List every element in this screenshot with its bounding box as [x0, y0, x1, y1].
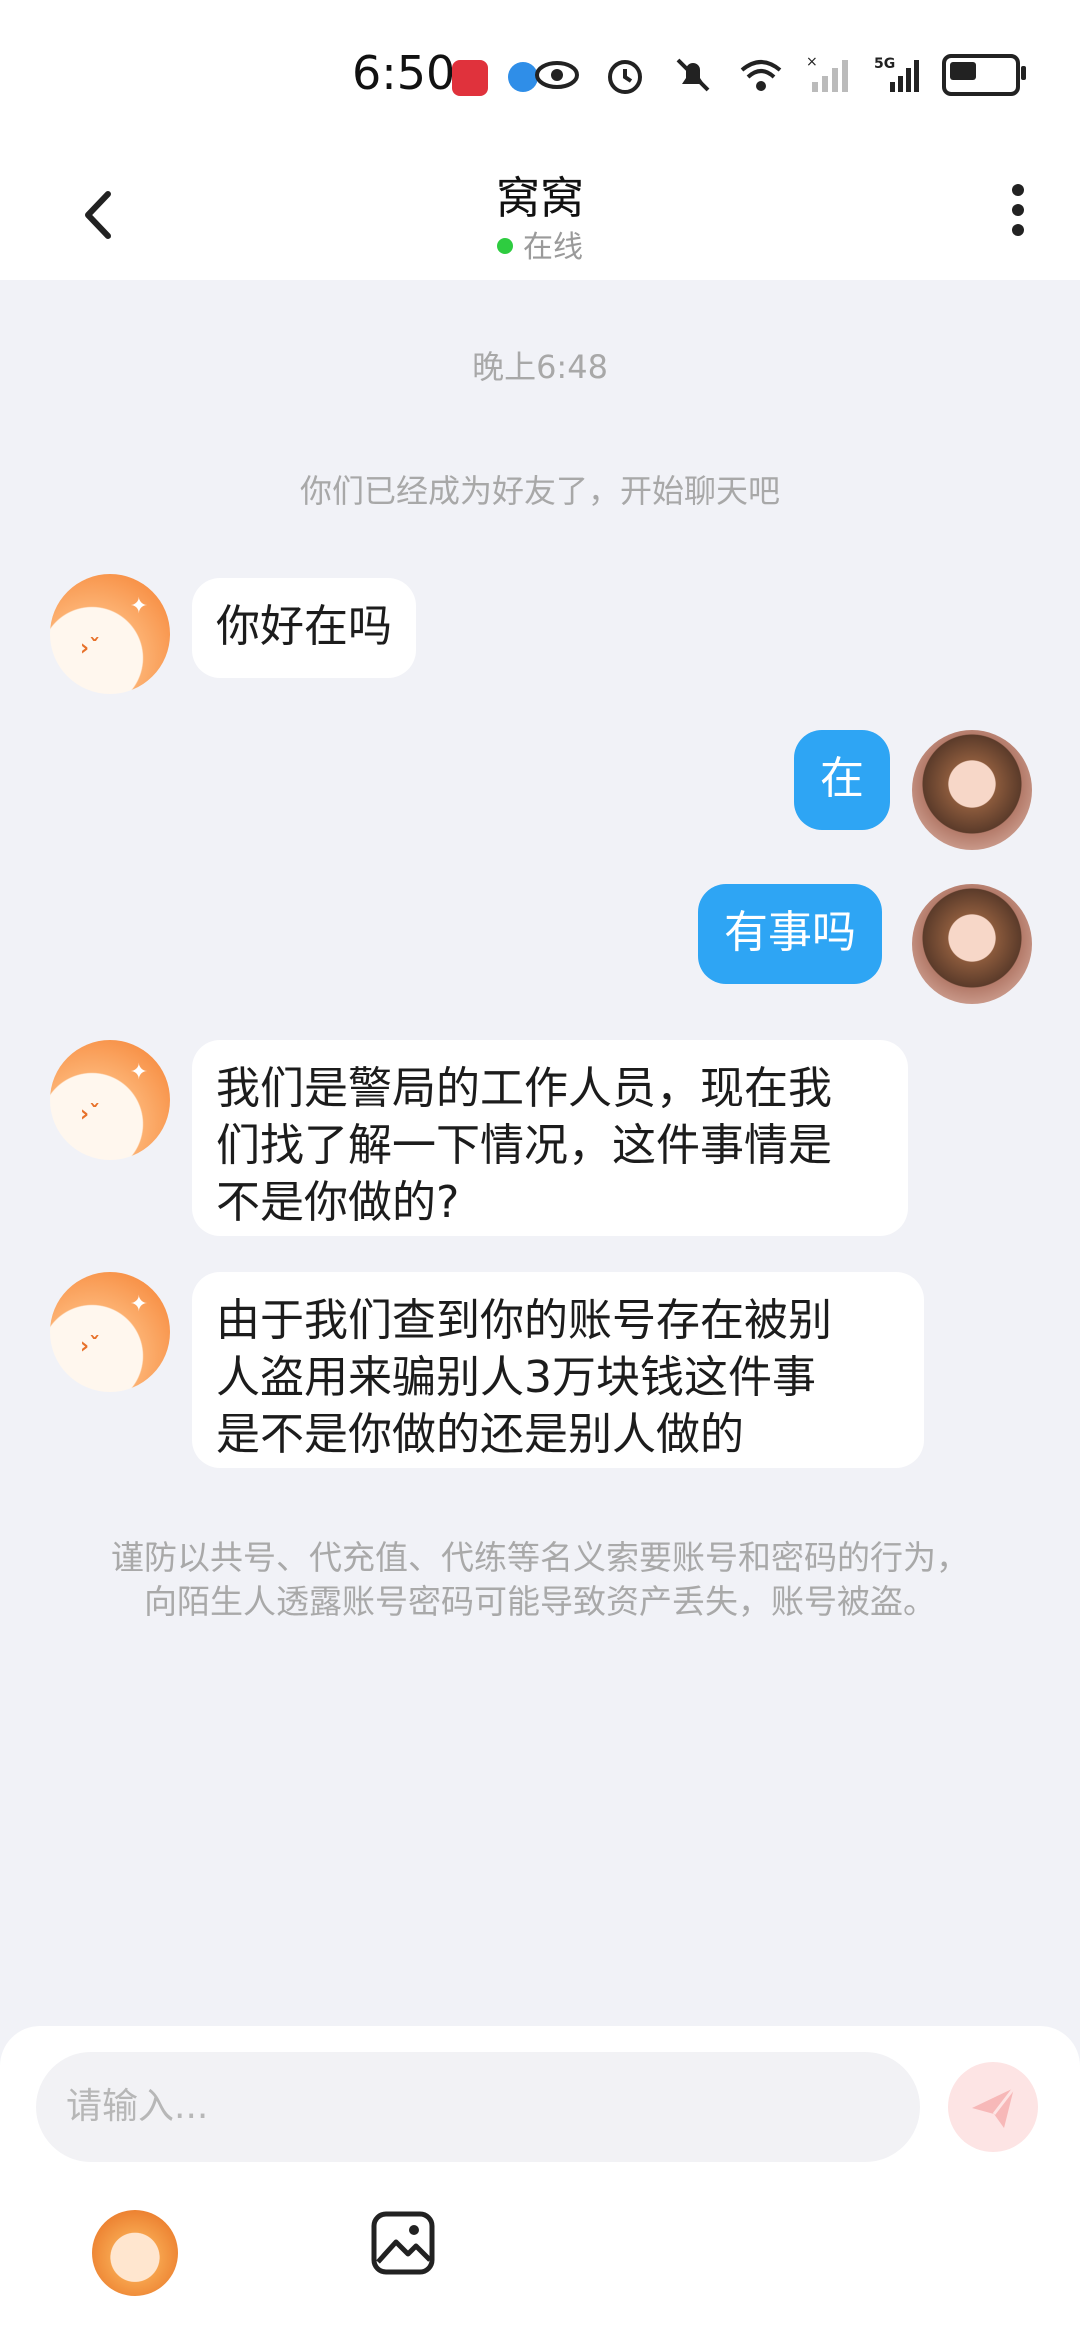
mute-icon	[670, 52, 716, 98]
message-bubble-incoming[interactable]: 你好在吗	[192, 578, 416, 678]
online-status: 在线	[0, 222, 1080, 266]
status-time: 6:50	[352, 46, 456, 100]
sparkle-icon: ✦	[129, 1060, 148, 1085]
security-warning: 谨防以共号、代充值、代练等名义索要账号和密码的行为，向陌生人透露账号密码可能导致…	[111, 1538, 969, 1621]
status-bar: 6:50 × 5G	[0, 0, 1080, 150]
eye-icon	[534, 52, 580, 98]
contact-name: 窝窝	[496, 173, 584, 224]
message-input[interactable]: 请输入...	[36, 2052, 920, 2162]
avatar-face-icon: ›ˇ	[80, 1102, 101, 1127]
avatar-face-icon: ›ˇ	[80, 636, 101, 661]
send-button[interactable]	[948, 2062, 1038, 2152]
chat-timestamp: 晚上6:48	[472, 348, 608, 386]
alarm-icon	[602, 52, 648, 98]
send-icon	[972, 2087, 1016, 2128]
status-icons: × 5G	[534, 52, 1026, 98]
network-label: 5G	[874, 56, 895, 72]
message-bubble-incoming[interactable]: 我们是警局的工作人员，现在我 们找了解一下情况，这件事情是 不是你做的?	[192, 1040, 908, 1236]
sparkle-icon: ✦	[129, 1292, 148, 1317]
image-icon[interactable]	[370, 2210, 436, 2276]
chat-header: 窝窝 在线	[0, 150, 1080, 280]
sticker-icon[interactable]	[92, 2210, 178, 2296]
user-avatar[interactable]	[912, 884, 1032, 1004]
avatar-face-icon: ›ˇ	[80, 1334, 101, 1359]
online-dot-icon	[497, 237, 513, 254]
huawei-app-icon	[452, 60, 488, 96]
message-bubble-outgoing[interactable]: 有事吗	[698, 884, 882, 984]
sparkle-icon: ✦	[129, 594, 148, 619]
svg-text:×: ×	[806, 54, 818, 70]
input-bar: 请输入...	[0, 2026, 1080, 2340]
contact-avatar[interactable]: ›ˇ ✦	[50, 1272, 170, 1392]
no-signal-icon: ×	[806, 52, 852, 98]
contact-avatar[interactable]: ›ˇ ✦	[50, 1040, 170, 1160]
more-options-icon[interactable]	[1008, 184, 1028, 244]
signal-5g-icon: 5G	[874, 52, 920, 98]
battery-icon	[942, 54, 1026, 96]
wifi-icon	[738, 52, 784, 98]
message-bubble-outgoing[interactable]: 在	[794, 730, 890, 830]
message-bubble-incoming[interactable]: 由于我们查到你的账号存在被别 人盗用来骗别人3万块钱这件事 是不是你做的还是别人…	[192, 1272, 924, 1468]
user-avatar[interactable]	[912, 730, 1032, 850]
online-status-label: 在线	[523, 230, 583, 265]
contact-avatar[interactable]: ›ˇ ✦	[50, 574, 170, 694]
system-message: 你们已经成为好友了，开始聊天吧	[299, 472, 780, 510]
